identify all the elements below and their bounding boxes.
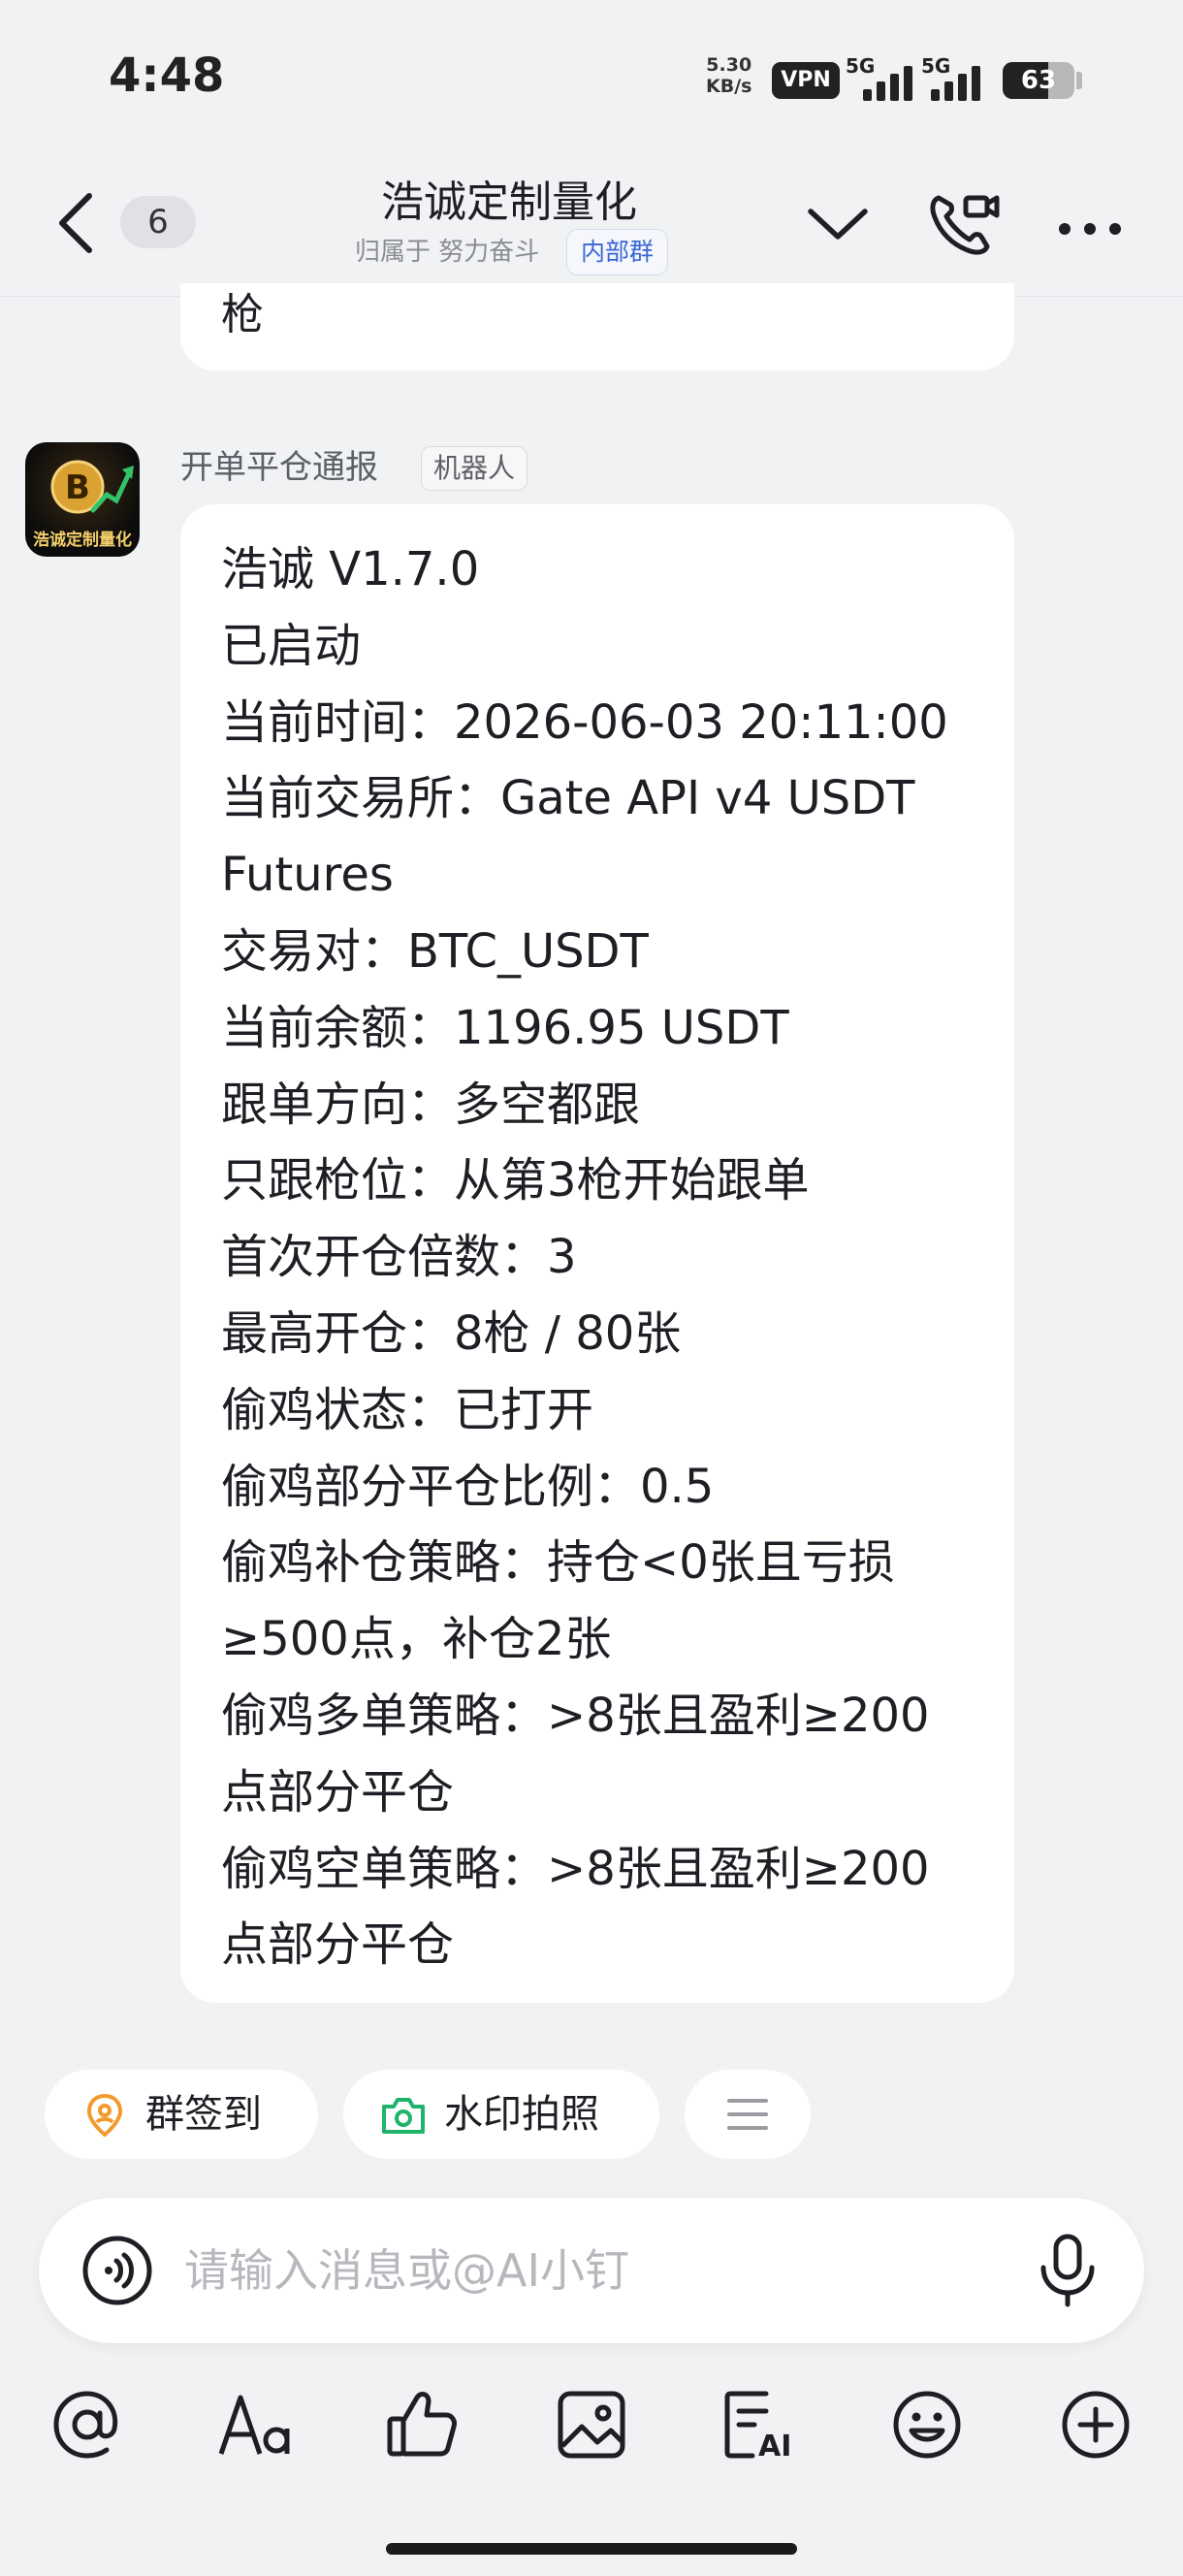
ai-document-icon: AI <box>724 2391 791 2463</box>
microphone-button[interactable] <box>1034 2233 1102 2308</box>
message-line: Futures <box>221 848 394 903</box>
home-indicator[interactable] <box>386 2543 797 2555</box>
message-line: 偷鸡多单策略：>8张且盈利≥200 <box>221 1688 930 1743</box>
message-line: 交易对：BTC_USDT <box>221 923 649 979</box>
message-bubble[interactable]: 浩诚 V1.7.0 已启动 当前时间：2026-06-03 20:11:00 当… <box>180 504 1014 2003</box>
robot-tag: 机器人 <box>421 446 528 491</box>
more-actions-button[interactable] <box>685 2070 811 2159</box>
internal-group-tag: 内部群 <box>566 229 669 275</box>
chat-subtitle: 归属于 努力奋斗 <box>355 238 540 267</box>
call-button[interactable] <box>923 184 1001 262</box>
message-line: 当前交易所：Gate API v4 USDT <box>221 771 915 826</box>
emoji-button[interactable] <box>888 2386 966 2463</box>
message-line: 当前余额：1196.95 USDT <box>221 1000 789 1055</box>
status-bar: 4:48 5.30 KB/s VPN 5G 5G 63 <box>0 0 1183 145</box>
avatar-caption: 浩诚定制量化 <box>33 531 132 550</box>
signal-label: 5G <box>846 54 876 78</box>
message-line: 偷鸡补仓策略：持仓<0张且亏损 <box>221 1535 895 1591</box>
message-input-bar: 请输入消息或@AI小钉 <box>39 2198 1144 2343</box>
network-speed-unit: KB/s <box>706 76 752 97</box>
svg-text:B: B <box>65 468 90 507</box>
ai-writing-button[interactable]: AI <box>719 2386 797 2463</box>
more-button[interactable] <box>1051 184 1129 262</box>
message-line: 点部分平仓 <box>221 1917 455 1973</box>
message-line: 偷鸡部分平仓比例：0.5 <box>221 1459 715 1514</box>
chat-header: 6 浩诚定制量化 归属于 努力奋斗 内部群 <box>0 145 1183 297</box>
status-time: 4:48 <box>109 48 225 103</box>
camera-icon <box>382 2098 425 2134</box>
battery-level: 63 <box>1020 66 1057 95</box>
battery-cap <box>1076 72 1082 89</box>
network-speed-value: 5.30 <box>706 54 752 76</box>
checkin-button[interactable]: 群签到 <box>45 2070 318 2159</box>
sender-name[interactable]: 开单平仓通报 <box>180 444 378 491</box>
image-button[interactable] <box>553 2386 630 2463</box>
at-sign-icon <box>53 2391 118 2459</box>
message-input[interactable]: 请输入消息或@AI小钉 <box>184 2198 629 2343</box>
phone-video-icon <box>930 195 1000 255</box>
smiley-icon <box>893 2391 961 2459</box>
plus-circle-icon <box>1062 2391 1130 2459</box>
battery-icon: 63 <box>1003 62 1074 99</box>
previous-message-text: 枪 <box>221 290 264 339</box>
font-format-icon <box>218 2395 290 2455</box>
vpn-badge: VPN <box>772 62 840 99</box>
signal-icon: 5G <box>921 54 1005 103</box>
image-icon <box>558 2391 625 2459</box>
message-line: 已启动 <box>221 618 362 673</box>
menu-lines-icon <box>727 2099 768 2130</box>
message-line: 跟单方向：多空都跟 <box>221 1077 641 1132</box>
chat-screen: 4:48 5.30 KB/s VPN 5G 5G 63 6 浩诚定制量化 归属于… <box>0 0 1183 2576</box>
message-line: ≥500点，补仓2张 <box>221 1612 612 1667</box>
more-dots-icon <box>1059 223 1121 235</box>
expand-button[interactable] <box>799 184 877 262</box>
text-format-button[interactable] <box>217 2386 295 2463</box>
message-line: 当前时间：2026-06-03 20:11:00 <box>221 694 948 750</box>
location-pin-icon <box>86 2093 123 2138</box>
mention-button[interactable] <box>48 2386 126 2463</box>
message-line: 偷鸡状态：已打开 <box>221 1382 594 1437</box>
message-line: 偷鸡空单策略：>8张且盈利≥200 <box>221 1841 930 1896</box>
add-button[interactable] <box>1057 2386 1135 2463</box>
svg-text:AI: AI <box>758 2430 791 2463</box>
microphone-icon <box>1040 2234 1095 2307</box>
chevron-down-icon <box>808 209 868 240</box>
message-line: 首次开仓倍数：3 <box>221 1230 577 1285</box>
signal-icon: 5G <box>846 54 929 103</box>
watermark-photo-label: 水印拍照 <box>444 2092 599 2137</box>
previous-message-bubble: 枪 <box>180 283 1014 370</box>
message-line: 点部分平仓 <box>221 1764 455 1819</box>
network-speed: 5.30 KB/s <box>706 54 751 97</box>
message-line: 最高开仓：8枪 / 80张 <box>221 1305 682 1361</box>
thumbs-up-icon <box>387 2392 457 2457</box>
watermark-photo-button[interactable]: 水印拍照 <box>343 2070 659 2159</box>
voice-mode-button[interactable] <box>81 2235 153 2306</box>
message-line: 浩诚 V1.7.0 <box>221 542 480 596</box>
like-button[interactable] <box>384 2386 462 2463</box>
message-line: 只跟枪位：从第3枪开始跟单 <box>221 1153 810 1208</box>
checkin-label: 群签到 <box>145 2092 262 2137</box>
voice-waves-icon <box>82 2236 152 2305</box>
sender-avatar[interactable]: B 浩诚定制量化 <box>25 442 140 557</box>
signal-label: 5G <box>921 54 951 78</box>
